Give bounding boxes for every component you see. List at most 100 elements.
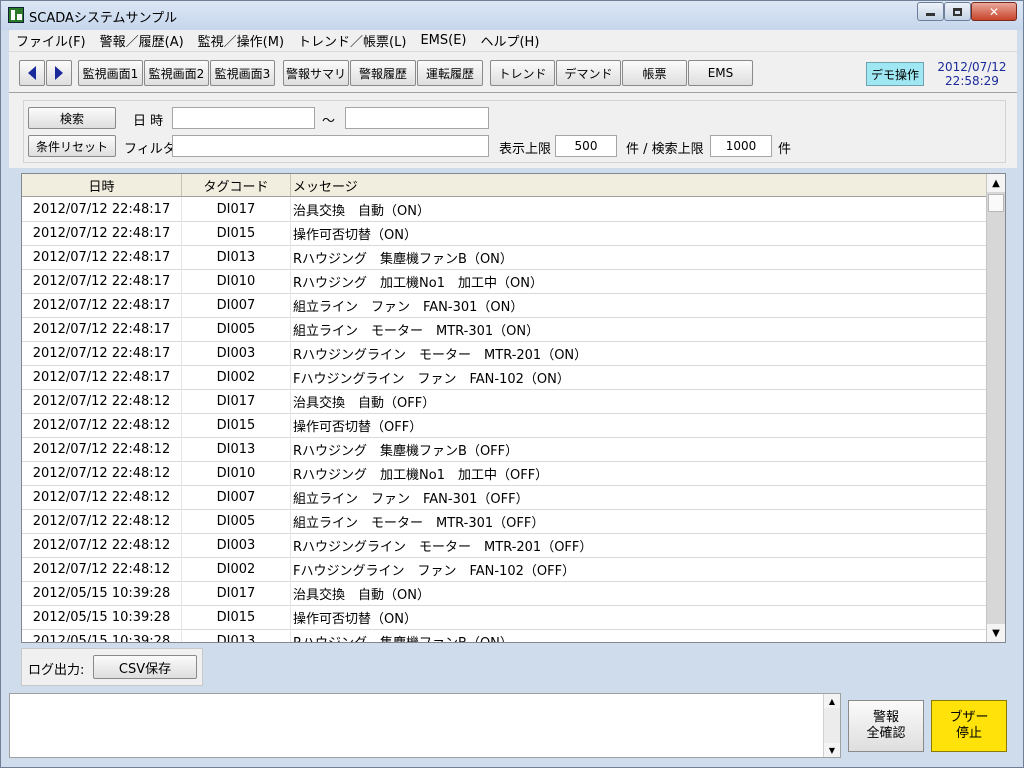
forward-button[interactable] xyxy=(46,60,72,86)
menu-ems[interactable]: EMS(E) xyxy=(413,33,473,48)
monitor-screen-3-button[interactable]: 監視画面3 xyxy=(210,60,275,86)
table-row[interactable]: 2012/07/12 22:48:17 DI005 組立ライン モーター MTR-3… xyxy=(22,317,986,342)
datetime-to-input[interactable] xyxy=(345,107,489,129)
alarm-summary-button[interactable]: 警報サマリ xyxy=(283,60,349,86)
cell-message: 操作可否切替（OFF） xyxy=(293,420,423,435)
table-row[interactable]: 2012/07/12 22:48:17 DI003 Rハウジングライン モーター M… xyxy=(22,341,986,366)
cell-tag-code: DI015 xyxy=(182,605,291,630)
cell-message: 治具交換 自動（ON） xyxy=(293,588,430,603)
scroll-thumb[interactable] xyxy=(988,194,1004,212)
search-limit-input[interactable]: 1000 xyxy=(710,135,772,157)
cell-message: Rハウジング 加工機No1 加工中（OFF） xyxy=(293,468,549,483)
table-scrollbar[interactable]: ▲ ▼ xyxy=(986,174,1005,642)
menu-alarm-history[interactable]: 警報／履歴(A) xyxy=(93,31,191,50)
cell-datetime: 2012/07/12 22:48:12 xyxy=(22,485,182,510)
clock-date: 2012/07/12 xyxy=(937,60,1007,74)
table-row[interactable]: 2012/07/12 22:48:12 DI003 Rハウジングライン モーター M… xyxy=(22,533,986,558)
cell-message: 組立ライン ファン FAN-301（ON） xyxy=(293,300,524,315)
message-scrollbar[interactable]: ▲ ▼ xyxy=(823,694,840,757)
menu-trend-report[interactable]: トレンド／帳票(L) xyxy=(291,31,413,50)
menu-monitor-operation[interactable]: 監視／操作(M) xyxy=(191,31,291,50)
cell-datetime: 2012/05/15 10:39:28 xyxy=(22,581,182,606)
search-button[interactable]: 検索 xyxy=(28,107,116,129)
table-row[interactable]: 2012/07/12 22:48:12 DI013 Rハウジング 集塵機ファンB（O… xyxy=(22,437,986,462)
column-header-datetime[interactable]: 日時 xyxy=(22,174,182,196)
filter-input[interactable] xyxy=(172,135,489,157)
menu-file[interactable]: ファイル(F) xyxy=(9,31,93,50)
cell-datetime: 2012/07/12 22:48:17 xyxy=(22,197,182,222)
minimize-button[interactable] xyxy=(917,2,944,21)
cell-message: 組立ライン ファン FAN-301（OFF） xyxy=(293,492,529,507)
scroll-down-icon[interactable]: ▼ xyxy=(987,624,1005,642)
window-controls: ✕ xyxy=(917,2,1017,21)
table-row[interactable]: 2012/07/12 22:48:12 DI007 組立ライン ファン FAN-30… xyxy=(22,485,986,510)
cell-message: 組立ライン モーター MTR-301（OFF） xyxy=(293,516,545,531)
cell-tag-code: DI013 xyxy=(182,245,291,270)
column-header-tag-code[interactable]: タグコード xyxy=(182,174,291,196)
cell-tag-code: DI017 xyxy=(182,389,291,414)
table-row[interactable]: 2012/07/12 22:48:17 DI007 組立ライン ファン FAN-30… xyxy=(22,293,986,318)
menu-help[interactable]: ヘルプ(H) xyxy=(473,31,546,50)
cell-datetime: 2012/07/12 22:48:17 xyxy=(22,245,182,270)
display-limit-input[interactable]: 500 xyxy=(555,135,617,157)
toolbar: 監視画面1 監視画面2 監視画面3 警報サマリ 警報履歴 運転履歴 トレンド デ… xyxy=(9,51,1017,93)
ack-button-label: 警報 全確認 xyxy=(866,710,905,742)
cell-tag-code: DI002 xyxy=(182,365,291,390)
table-row[interactable]: 2012/07/12 22:48:12 DI015 操作可否切替（OFF） xyxy=(22,413,986,438)
table-row[interactable]: 2012/05/15 10:39:28DI013Rハウジング 集塵機ファンB（O… xyxy=(22,629,986,642)
alarm-history-button[interactable]: 警報履歴 xyxy=(350,60,416,86)
message-scroll-up-icon[interactable]: ▲ xyxy=(824,694,840,708)
ems-button[interactable]: EMS xyxy=(688,60,753,86)
search-panel: 検索 日 時 〜 条件リセット フィルタ 表示上限 500 件 / 検索上限 1… xyxy=(9,93,1017,168)
menu-bar: ファイル(F) 警報／履歴(A) 監視／操作(M) トレンド／帳票(L) EMS… xyxy=(9,30,1017,51)
datetime-label: 日 時 xyxy=(133,114,164,129)
cell-tag-code: DI017 xyxy=(182,581,291,606)
message-scroll-down-icon[interactable]: ▼ xyxy=(824,743,840,757)
datetime-from-input[interactable] xyxy=(172,107,315,129)
table-row[interactable]: 2012/07/12 22:48:17 DI017 治具交換 自動（ON） xyxy=(22,197,986,222)
close-icon: ✕ xyxy=(988,4,1000,19)
cell-tag-code: DI013 xyxy=(182,437,291,462)
column-header-message[interactable]: メッセージ xyxy=(291,174,986,196)
monitor-screen-1-button[interactable]: 監視画面1 xyxy=(78,60,143,86)
message-area[interactable]: ▲ ▼ xyxy=(9,693,841,758)
table-row[interactable]: 2012/07/12 22:48:12 DI010 Rハウジング 加工機No1 加工… xyxy=(22,461,986,486)
table-row[interactable]: 2012/07/12 22:48:12 DI002 Fハウジングライン ファン FA… xyxy=(22,557,986,582)
display-limit-label: 表示上限 xyxy=(499,142,552,157)
title-bar: SCADAシステムサンプル ✕ xyxy=(1,1,1023,30)
operation-history-button[interactable]: 運転履歴 xyxy=(417,60,483,86)
cell-datetime: 2012/07/12 22:48:17 xyxy=(22,365,182,390)
table-row[interactable]: 2012/05/15 10:39:28 DI017 治具交換 自動（ON） xyxy=(22,581,986,606)
report-button[interactable]: 帳票 xyxy=(622,60,687,86)
demo-operation-button[interactable]: デモ操作 xyxy=(866,62,924,86)
search-limit-label: 件 / 検索上限 xyxy=(626,142,704,157)
history-table: 日時 タグコード メッセージ 2012/07/12 22:48:17 DI017 治… xyxy=(21,173,1006,643)
acknowledge-all-alarms-button[interactable]: 警報 全確認 xyxy=(848,700,924,752)
cell-message: Fハウジングライン ファン FAN-102（ON） xyxy=(293,372,570,387)
table-row[interactable]: 2012/05/15 10:39:28 DI015 操作可否切替（ON） xyxy=(22,605,986,630)
demand-button[interactable]: デマンド xyxy=(556,60,621,86)
cell-tag-code: DI002 xyxy=(182,557,291,582)
cell-datetime: 2012/07/12 22:48:17 xyxy=(22,341,182,366)
close-button[interactable]: ✕ xyxy=(971,2,1017,21)
cell-datetime: 2012/07/12 22:48:12 xyxy=(22,461,182,486)
table-row[interactable]: 2012/07/12 22:48:17 DI015 操作可否切替（ON） xyxy=(22,221,986,246)
reset-conditions-button[interactable]: 条件リセット xyxy=(28,135,116,157)
cell-datetime: 2012/07/12 22:48:12 xyxy=(22,509,182,534)
window-title: SCADAシステムサンプル xyxy=(29,11,178,26)
table-row[interactable]: 2012/07/12 22:48:17 DI002 Fハウジングライン ファン FA… xyxy=(22,365,986,390)
csv-save-button[interactable]: CSV保存 xyxy=(93,655,197,679)
table-row[interactable]: 2012/07/12 22:48:12 DI005 組立ライン モーター MTR-3… xyxy=(22,509,986,534)
monitor-screen-2-button[interactable]: 監視画面2 xyxy=(144,60,209,86)
cell-datetime: 2012/07/12 22:48:17 xyxy=(22,317,182,342)
trend-button[interactable]: トレンド xyxy=(490,60,555,86)
stop-buzzer-button[interactable]: ブザー 停止 xyxy=(931,700,1007,752)
table-row[interactable]: 2012/07/12 22:48:17 DI010 Rハウジング 加工機No1 加工… xyxy=(22,269,986,294)
table-row[interactable]: 2012/07/12 22:48:17 DI013 Rハウジング 集塵機ファンB（O… xyxy=(22,245,986,270)
scroll-up-icon[interactable]: ▲ xyxy=(987,174,1005,192)
maximize-button[interactable] xyxy=(944,2,971,21)
table-row[interactable]: 2012/07/12 22:48:12 DI017 治具交換 自動（OFF） xyxy=(22,389,986,414)
cell-tag-code: DI010 xyxy=(182,461,291,486)
cell-message: Rハウジングライン モーター MTR-201（OFF） xyxy=(293,540,593,555)
back-button[interactable] xyxy=(19,60,45,86)
